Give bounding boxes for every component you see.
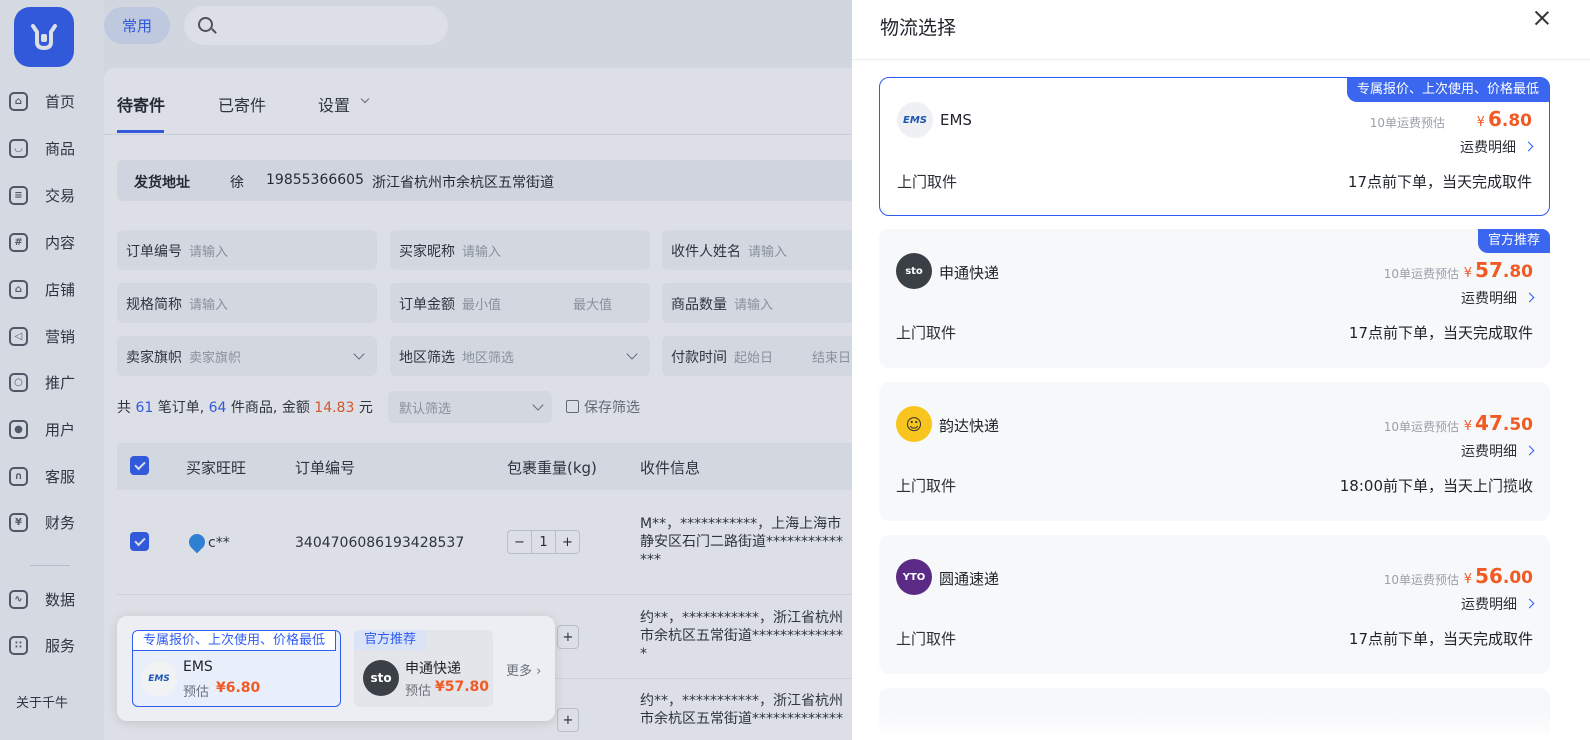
fee-estimate-price: ¥57.80	[1464, 258, 1533, 282]
popup-sto-price: ¥57.80	[435, 679, 490, 695]
courier-card[interactable]: ☺ 韵达快递 10单运费预估 ¥47.50 运费明细上门取件 18:00前下单，当天上门揽…	[879, 382, 1550, 521]
popup-ems-price: ¥6.80	[216, 680, 261, 696]
pickup-time: 17点前下单，当天完成取件	[1348, 630, 1533, 648]
pickup-method: 上门取件	[896, 477, 957, 495]
courier-name: 申通快递	[939, 264, 1000, 282]
popup-sto-option[interactable]: 官方推荐 sto 申通快递 预估 ¥57.80	[354, 630, 493, 707]
courier-card[interactable]: YTO 圆通速递 10单运费预估 ¥56.00 运费明细上门取件 17点前下单，当天完成取…	[879, 535, 1550, 674]
close-icon[interactable]	[1534, 10, 1550, 26]
price-decimal: .80	[1502, 262, 1533, 282]
popup-ems-tag: 专属报价、上次使用、价格最低	[133, 631, 337, 651]
price-currency: ¥	[1476, 115, 1485, 130]
courier-name: 圆通速递	[939, 570, 1000, 588]
pickup-time: 17点前下单，当天完成取件	[1347, 173, 1532, 191]
price-currency: ¥	[1463, 572, 1473, 587]
fee-detail-link[interactable]: 运费明细	[1461, 594, 1517, 614]
price-currency: ¥	[1463, 266, 1473, 281]
popup-more-label: 更多	[506, 664, 533, 679]
courier-tag: 专属报价、上次使用、价格最低	[1346, 78, 1549, 102]
popup-sto-est: 预估	[405, 684, 432, 699]
fee-estimate-label: 10单运费预估	[1383, 573, 1459, 587]
ems-logo-icon: EMS	[897, 102, 933, 138]
ems-logo-icon: EMS	[141, 661, 177, 697]
price-decimal: .50	[1502, 415, 1533, 435]
yto-logo-icon: YTO	[896, 559, 932, 595]
fee-detail-link[interactable]: 运费明细	[1461, 288, 1517, 308]
price-integer: 56	[1475, 564, 1503, 588]
courier-card[interactable]: 专属报价、上次使用、价格最低 EMS EMS 10单运费预估 ¥6.80 运费明细上门取件…	[879, 77, 1550, 216]
yunda-logo-icon: ☺	[896, 406, 932, 442]
popup-ems-est: 预估	[183, 685, 210, 700]
courier-tag: 官方推荐	[1477, 229, 1550, 253]
price-integer: 47	[1475, 411, 1503, 435]
fee-estimate-label: 10单运费预估	[1383, 267, 1459, 281]
drawer-title: 物流选择	[880, 17, 957, 39]
fee-estimate-label: 10单运费预估	[1369, 116, 1445, 130]
fee-estimate-price: ¥6.80	[1477, 107, 1532, 131]
fee-estimate-label: 10单运费预估	[1383, 420, 1459, 434]
price-currency: ¥	[1463, 419, 1473, 434]
courier-name: EMS	[940, 111, 972, 129]
popup-ems-name: EMS	[183, 659, 213, 675]
popup-more-button[interactable]: 更多 ›	[506, 660, 541, 679]
price-decimal: .80	[1501, 111, 1532, 131]
sto-logo-icon: sto	[363, 660, 399, 696]
fee-estimate-price: ¥56.00	[1464, 564, 1533, 588]
pickup-time: 18:00前下单，当天上门揽收	[1339, 477, 1533, 495]
pickup-method: 上门取件	[896, 324, 957, 342]
courier-name: 韵达快递	[939, 417, 1000, 435]
pickup-time: 17点前下单，当天完成取件	[1348, 324, 1533, 342]
pickup-method: 上门取件	[897, 173, 958, 191]
fee-estimate-price: ¥47.50	[1464, 411, 1533, 435]
price-integer: 6	[1487, 107, 1502, 131]
popup-sto-tag: 官方推荐	[354, 630, 427, 650]
fee-detail-link[interactable]: 运费明细	[1460, 137, 1516, 157]
drawer-header-divider	[852, 59, 1590, 60]
popup-sto-name: 申通快递	[405, 661, 461, 677]
courier-card[interactable]: 官方推荐 sto 申通快递 10单运费预估 ¥57.80 运费明细上门取件 17点前下单，当…	[879, 229, 1550, 368]
sto-logo-icon: sto	[896, 253, 932, 289]
pickup-method: 上门取件	[896, 630, 957, 648]
popup-ems-option[interactable]: 专属报价、上次使用、价格最低 EMS EMS 预估 ¥6.80	[132, 630, 341, 707]
fee-detail-link[interactable]: 运费明细	[1461, 441, 1517, 461]
price-integer: 57	[1475, 258, 1503, 282]
price-decimal: .00	[1502, 568, 1533, 588]
drawer-fade	[852, 714, 1590, 740]
